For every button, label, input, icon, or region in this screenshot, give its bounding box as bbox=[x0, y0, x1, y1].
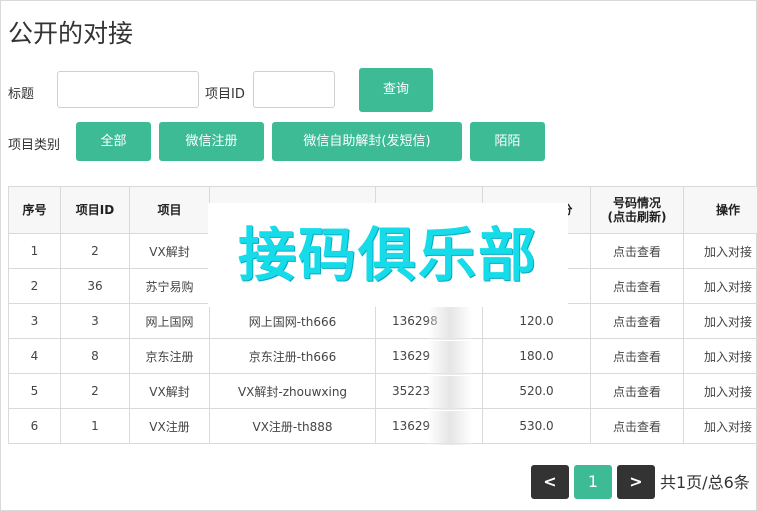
cell-points: 530.0 bbox=[482, 408, 591, 444]
cell-project: VX解封 bbox=[129, 233, 210, 269]
cell-project: 京东注册 bbox=[129, 338, 210, 374]
header-project: 项目 bbox=[129, 186, 210, 234]
header-project-id: 项目ID bbox=[60, 186, 130, 234]
page-title: 公开的对接 bbox=[8, 19, 134, 48]
cell-seq: 6 bbox=[8, 408, 61, 444]
category-label: 项目类别 bbox=[8, 138, 61, 153]
table-row: 6 1 VX注册 VX注册-th888 13629 530.0 点击查看 加入对接 bbox=[8, 408, 757, 444]
project-id-input[interactable] bbox=[253, 71, 335, 108]
category-wechat-unblock-button[interactable]: 微信自助解封(发短信) bbox=[272, 122, 462, 161]
join-docking-link[interactable]: 加入对接 bbox=[683, 338, 757, 374]
header-number-status: 号码情况 (点击刷新) bbox=[590, 186, 684, 234]
join-docking-link[interactable]: 加入对接 bbox=[683, 303, 757, 339]
cell-project-id: 3 bbox=[60, 303, 130, 339]
next-page-button[interactable]: > bbox=[617, 465, 655, 499]
query-button[interactable]: 查询 bbox=[359, 68, 433, 112]
view-numbers-link[interactable]: 点击查看 bbox=[590, 408, 684, 444]
cell-seq: 4 bbox=[8, 338, 61, 374]
category-wechat-register-button[interactable]: 微信注册 bbox=[159, 122, 264, 161]
qq-blur-overlay bbox=[428, 341, 472, 375]
qq-blur-overlay bbox=[428, 306, 472, 340]
view-numbers-link[interactable]: 点击查看 bbox=[590, 268, 684, 304]
cell-title: VX解封-zhouwxing bbox=[209, 373, 376, 409]
pager-summary: 共1页/总6条 bbox=[660, 473, 750, 492]
header-seq: 序号 bbox=[8, 186, 61, 234]
table-row: 4 8 京东注册 京东注册-th666 13629 180.0 点击查看 加入对接 bbox=[8, 338, 757, 374]
cell-title: 京东注册-th666 bbox=[209, 338, 376, 374]
cell-seq: 5 bbox=[8, 373, 61, 409]
table-row: 3 3 网上国网 网上国网-th666 136298 120.0 点击查看 加入对接 bbox=[8, 303, 757, 339]
prev-page-button[interactable]: < bbox=[531, 465, 569, 499]
cell-project-id: 2 bbox=[60, 373, 130, 409]
title-label: 标题 bbox=[8, 87, 35, 102]
cell-seq: 1 bbox=[8, 233, 61, 269]
category-momo-button[interactable]: 陌陌 bbox=[470, 122, 545, 161]
page-1-button[interactable]: 1 bbox=[574, 465, 612, 499]
header-number-status-text: 号码情况 (点击刷新) bbox=[607, 196, 667, 224]
cell-project: 网上国网 bbox=[129, 303, 210, 339]
cell-project: VX注册 bbox=[129, 408, 210, 444]
join-docking-link[interactable]: 加入对接 bbox=[683, 233, 757, 269]
qq-blur-overlay bbox=[428, 411, 472, 445]
view-numbers-link[interactable]: 点击查看 bbox=[590, 303, 684, 339]
cell-seq: 2 bbox=[8, 268, 61, 304]
view-numbers-link[interactable]: 点击查看 bbox=[590, 373, 684, 409]
watermark-overlay: 接码俱乐部 bbox=[208, 203, 568, 307]
cell-points: 520.0 bbox=[482, 373, 591, 409]
project-id-label: 项目ID bbox=[205, 87, 245, 102]
cell-project-id: 2 bbox=[60, 233, 130, 269]
cell-project-id: 8 bbox=[60, 338, 130, 374]
view-numbers-link[interactable]: 点击查看 bbox=[590, 338, 684, 374]
category-all-button[interactable]: 全部 bbox=[76, 122, 151, 161]
join-docking-link[interactable]: 加入对接 bbox=[683, 408, 757, 444]
cell-title: 网上国网-th666 bbox=[209, 303, 376, 339]
header-actions: 操作 bbox=[683, 186, 757, 234]
join-docking-link[interactable]: 加入对接 bbox=[683, 373, 757, 409]
cell-points: 120.0 bbox=[482, 303, 591, 339]
cell-project-id: 1 bbox=[60, 408, 130, 444]
table-row: 5 2 VX解封 VX解封-zhouwxing 35223 520.0 点击查看 加入对接 bbox=[8, 373, 757, 409]
cell-project-id: 36 bbox=[60, 268, 130, 304]
cell-project: VX解封 bbox=[129, 373, 210, 409]
cell-points: 180.0 bbox=[482, 338, 591, 374]
join-docking-link[interactable]: 加入对接 bbox=[683, 268, 757, 304]
view-numbers-link[interactable]: 点击查看 bbox=[590, 233, 684, 269]
qq-blur-overlay bbox=[428, 376, 472, 410]
title-input[interactable] bbox=[57, 71, 199, 108]
cell-seq: 3 bbox=[8, 303, 61, 339]
cell-title: VX注册-th888 bbox=[209, 408, 376, 444]
cell-project: 苏宁易购 bbox=[129, 268, 210, 304]
